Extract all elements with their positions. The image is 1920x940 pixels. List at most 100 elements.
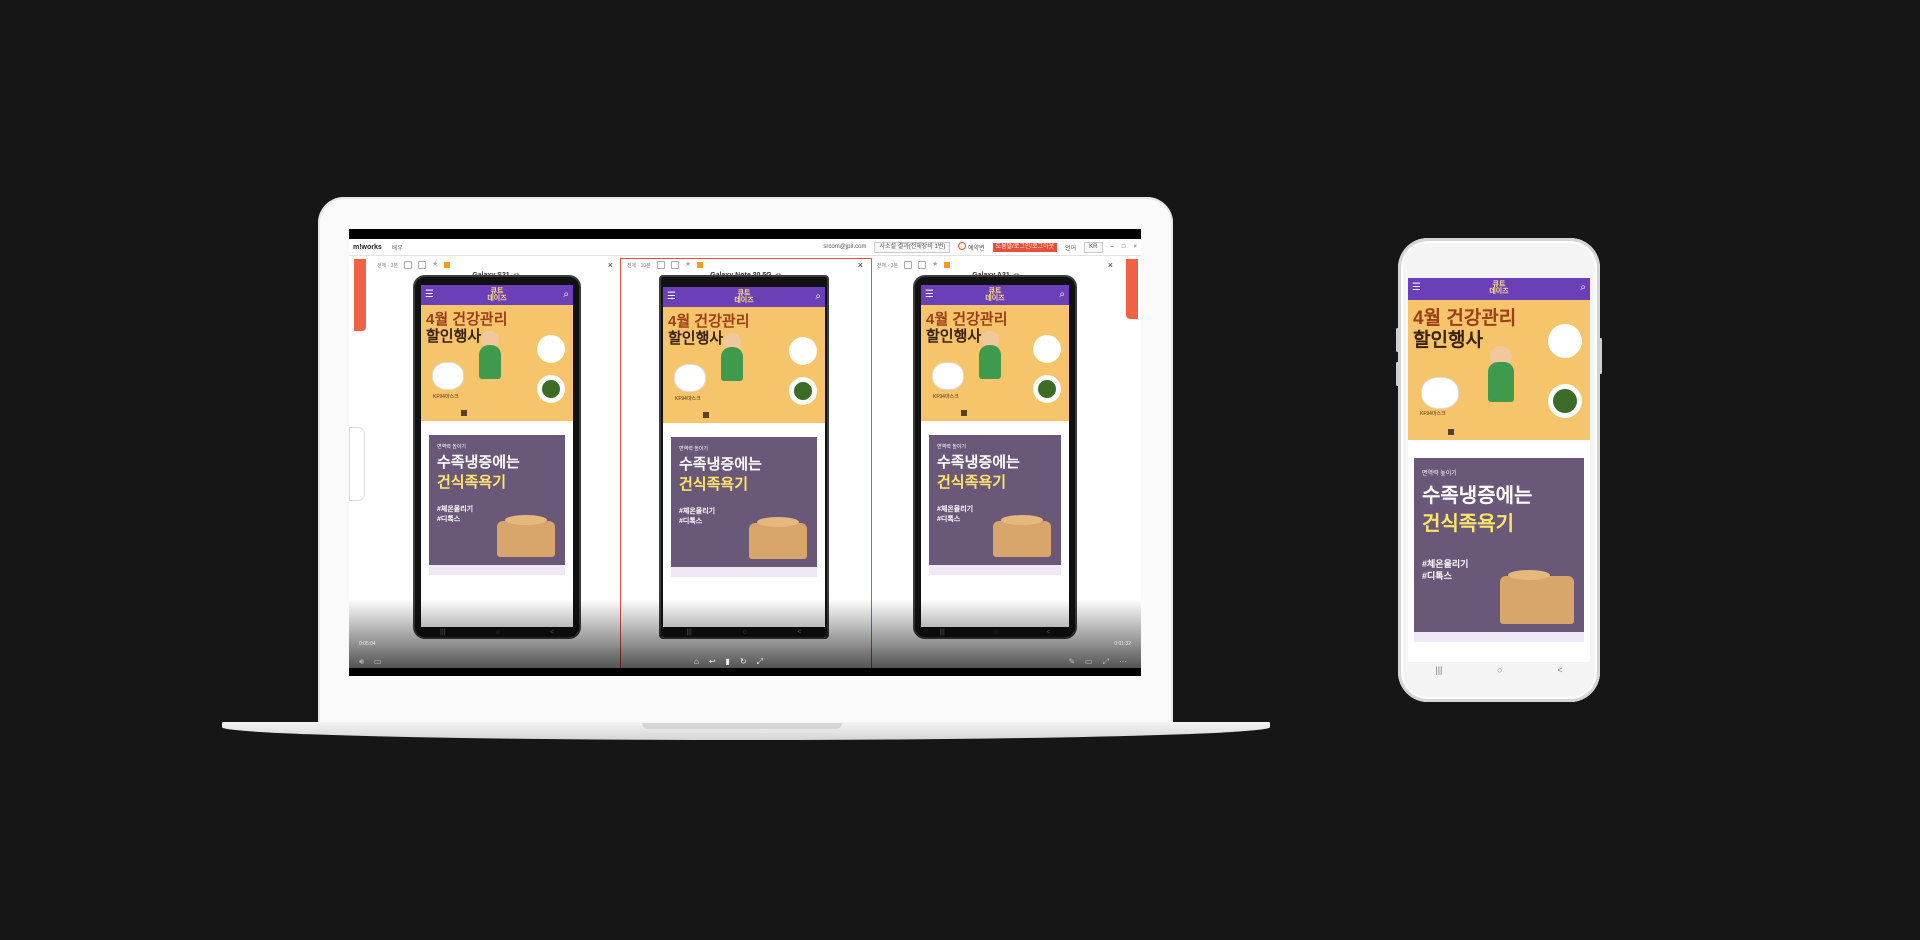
mask-label: KF94마스크 — [933, 394, 959, 400]
panel-close-icon[interactable]: × — [858, 260, 863, 270]
category-strip[interactable] — [929, 565, 1061, 575]
minimize-icon[interactable]: – — [1111, 244, 1114, 250]
search-icon[interactable]: ⌕ — [1580, 282, 1586, 293]
panel-close-icon[interactable]: × — [608, 260, 613, 270]
reserve-link[interactable]: 예약변 — [958, 242, 985, 252]
calendar-icon[interactable] — [418, 261, 427, 269]
home-icon[interactable]: ⌂ — [694, 657, 699, 667]
category-strip[interactable] — [429, 565, 565, 575]
home-key[interactable]: ○ — [496, 629, 500, 636]
slide-indicator[interactable] — [461, 410, 467, 416]
rotate-icon[interactable]: ↻ — [740, 657, 747, 667]
logo-line1: 큐트 — [988, 288, 1002, 295]
help-button[interactable]: 도움말/로그인/로그아웃 — [992, 242, 1058, 252]
search-icon[interactable]: ⌕ — [1059, 289, 1065, 300]
humidifier-image — [789, 337, 817, 365]
product-banner[interactable]: 면역력 높이기 수족냉증에는 건식족욕기 #체온올리기 #디톡스 — [671, 437, 817, 567]
recents-key[interactable]: ||| — [1435, 665, 1442, 675]
recents-key[interactable]: ||| — [440, 629, 445, 636]
logo-line2: 데이즈 — [734, 297, 754, 304]
app-logo[interactable]: 큐트 데이즈 — [487, 288, 506, 302]
slide-indicator[interactable] — [1448, 429, 1454, 435]
phone-screen[interactable]: ☰ 큐트데이즈 ⌕ 4월 건강관리할인행사 KF94마스크 면역력 높이기 — [663, 287, 825, 627]
search-icon[interactable]: ⌕ — [815, 291, 821, 302]
expand-icon[interactable]: ⤢ — [1103, 657, 1109, 667]
category-strip[interactable] — [671, 567, 817, 577]
app-logo[interactable]: 큐트 데이즈 — [985, 288, 1004, 302]
phone-screen[interactable]: ☰ 큐트데이즈 ⌕ 4월 건강관리할인행사 KF94마스크 면역력 높이기 — [421, 285, 573, 627]
footbath-image — [497, 515, 555, 557]
logo-line2: 데이즈 — [1489, 288, 1509, 295]
grid-icon[interactable] — [444, 262, 451, 268]
home-key[interactable]: ○ — [743, 629, 747, 636]
promo-banner[interactable]: 4월 건강관리 할인행사 KF94마스크 — [921, 305, 1069, 421]
clock-icon[interactable] — [904, 261, 913, 269]
lang-select[interactable]: KR — [1084, 241, 1103, 253]
phone-galaxy-note20[interactable]: ☰ 큐트데이즈 ⌕ 4월 건강관리할인행사 KF94마스크 면역력 높이기 — [659, 275, 829, 639]
app-logo[interactable]: 큐트 데이즈 — [734, 290, 753, 304]
panel-close-icon[interactable]: × — [1108, 260, 1113, 270]
maximize-icon[interactable]: □ — [1122, 244, 1126, 250]
search-icon[interactable]: ⌕ — [563, 289, 569, 300]
right-side-tab[interactable] — [1126, 259, 1138, 319]
back-key[interactable]: < — [1557, 665, 1562, 675]
phone-screen[interactable]: ☰ 큐트 데이즈 ⌕ 4월 건강관리 할인행사 KF94마스크 면역력 높이기 수족… — [1408, 278, 1590, 662]
promo-banner[interactable]: 4월 건강관리 할인행사 KF94마스크 — [1408, 300, 1590, 440]
back-key[interactable]: < — [1047, 629, 1051, 636]
grid-icon[interactable] — [944, 262, 951, 268]
brand-logo[interactable]: m!works — [353, 244, 382, 251]
star-icon[interactable]: ★ — [432, 261, 438, 268]
clock-icon[interactable] — [404, 261, 413, 269]
close-icon[interactable]: × — [1133, 244, 1137, 250]
app-header: m!works 배우 srcom@jpit.com 사소설 결과(전체장비 1번… — [349, 239, 1141, 256]
promo-banner[interactable]: 4월 건강관리 할인행사 KF94마스크 — [421, 305, 573, 421]
back-key[interactable]: < — [550, 629, 554, 636]
screen-icon[interactable]: ▭ — [1085, 657, 1093, 667]
device-select[interactable]: 사소설 결과(전체장비 1번) — [874, 241, 951, 253]
phone-screen[interactable]: ☰ 큐트데이즈 ⌕ 4월 건강관리할인행사 KF94마스크 면역력 높이기 — [921, 285, 1069, 627]
user-email[interactable]: srcom@jpit.com — [823, 244, 866, 250]
tag-1: #체온올리기 — [1422, 559, 1469, 569]
phone-galaxy-a31[interactable]: ☰ 큐트데이즈 ⌕ 4월 건강관리할인행사 KF94마스크 면역력 높이기 — [913, 275, 1077, 639]
recents-key[interactable]: ||| — [939, 629, 944, 636]
product-banner[interactable]: 면역력 높이기 수족냉증에는 건식족욕기 #체온올리기 #디톡스 — [429, 435, 565, 565]
home-key[interactable]: ○ — [1497, 665, 1502, 675]
calendar-icon[interactable] — [670, 261, 679, 269]
back-key[interactable]: < — [798, 629, 802, 636]
window-bottombar — [349, 668, 1141, 676]
person-image — [721, 347, 743, 381]
menu-icon[interactable]: ☰ — [925, 290, 934, 300]
product-banner[interactable]: 면역력 높이기 수족냉증에는 건식족욕기 #체온올리기 #디톡스 — [1414, 458, 1584, 632]
left-side-tab[interactable] — [354, 259, 366, 331]
left-collapse-handle[interactable] — [349, 427, 365, 501]
more-icon[interactable]: ⋯ — [1119, 657, 1127, 667]
category-strip[interactable] — [1414, 632, 1584, 642]
slide-indicator[interactable] — [703, 412, 709, 418]
menu-icon[interactable]: ☰ — [425, 290, 434, 300]
calendar-icon[interactable] — [918, 261, 927, 269]
menu-key-icon[interactable]: ▮ — [726, 657, 730, 667]
person-image — [979, 345, 1001, 379]
back-arrow-icon[interactable]: ↩ — [709, 657, 716, 667]
banner2-kicker: 면역력 높이기 — [437, 444, 466, 450]
caption-icon[interactable]: ▭ — [374, 657, 382, 667]
logo-line2: 데이즈 — [985, 295, 1005, 302]
menu-icon[interactable]: ☰ — [1412, 283, 1421, 293]
mask-label: KF94마스크 — [1420, 411, 1446, 417]
app-header: ☰ 큐트 데이즈 ⌕ — [421, 285, 573, 305]
volume-icon[interactable]: 🔊︎ — [359, 657, 364, 667]
clock-icon[interactable] — [656, 261, 665, 269]
recents-key[interactable]: ||| — [686, 629, 691, 636]
promo-banner[interactable]: 4월 건강관리 할인행사 KF94마스크 — [663, 307, 825, 423]
star-icon[interactable]: ★ — [685, 261, 691, 268]
app-logo[interactable]: 큐트 데이즈 — [1489, 281, 1508, 295]
product-banner[interactable]: 면역력 높이기 수족냉증에는 건식족욕기 #체온올리기 #디톡스 — [929, 435, 1061, 565]
edit-icon[interactable]: ✎ — [1068, 657, 1075, 667]
fullscreen-icon[interactable]: ⤢ — [757, 657, 763, 667]
slide-indicator[interactable] — [961, 410, 967, 416]
phone-galaxy-s21[interactable]: ☰ 큐트데이즈 ⌕ 4월 건강관리할인행사 KF94마스크 면역력 높이기 — [413, 275, 581, 639]
home-key[interactable]: ○ — [994, 629, 998, 636]
menu-icon[interactable]: ☰ — [667, 292, 676, 302]
star-icon[interactable]: ★ — [932, 261, 938, 268]
grid-icon[interactable] — [697, 262, 704, 268]
